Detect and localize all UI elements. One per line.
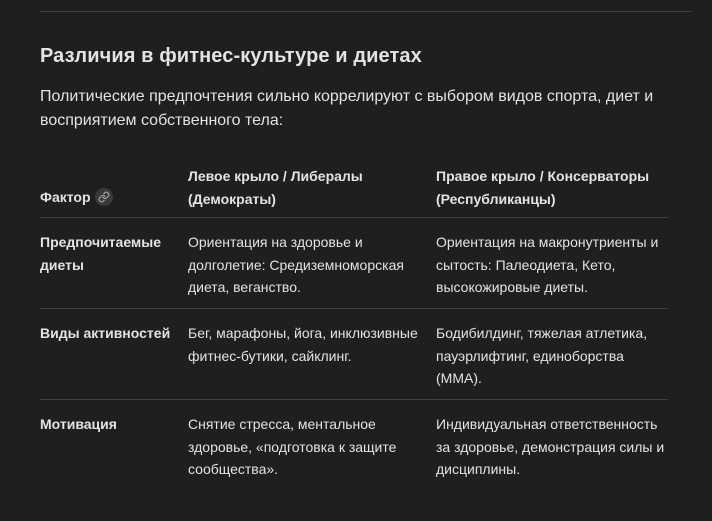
row-left: Ориентация на здоровье и долголетие: Сре… — [188, 234, 404, 295]
table-row: Предпочитаемые диеты Ориентация на здоро… — [40, 218, 668, 309]
row-left: Снятие стресса, ментальное здоровье, «по… — [188, 416, 397, 477]
header-left: Левое крыло / Либералы (Демократы) — [188, 168, 363, 207]
row-right: Бодибилдинг, тяжелая атлетика, пауэрлифт… — [436, 325, 648, 386]
section-intro: Политические предпочтения сильно коррели… — [40, 88, 654, 129]
row-factor: Виды активностей — [40, 325, 171, 341]
row-right: Индивидуальная ответственность за здоров… — [436, 416, 665, 477]
row-left: Бег, марафоны, йога, инклюзивные фитнес-… — [188, 325, 418, 364]
table-row: Мотивация Снятие стресса, ментальное здо… — [40, 400, 668, 490]
row-factor: Предпочитаемые диеты — [40, 234, 162, 273]
top-divider — [40, 11, 692, 12]
link-icon[interactable] — [94, 188, 113, 206]
table-row: Виды активностей Бег, марафоны, йога, ин… — [40, 309, 668, 400]
section-title: Различия в фитнес-культуре и диетах — [40, 45, 422, 67]
row-factor: Мотивация — [40, 416, 117, 432]
header-factor: Фактор — [40, 163, 188, 217]
table-header-row: Фактор Левое крыло / Либералы (Демократы… — [40, 163, 668, 218]
header-factor-label: Фактор — [40, 189, 91, 205]
row-right: Ориентация на макронутриенты и сытость: … — [436, 234, 659, 295]
header-right: Правое крыло / Консерваторы (Республикан… — [436, 168, 650, 207]
comparison-table: Фактор Левое крыло / Либералы (Демократы… — [40, 163, 668, 490]
